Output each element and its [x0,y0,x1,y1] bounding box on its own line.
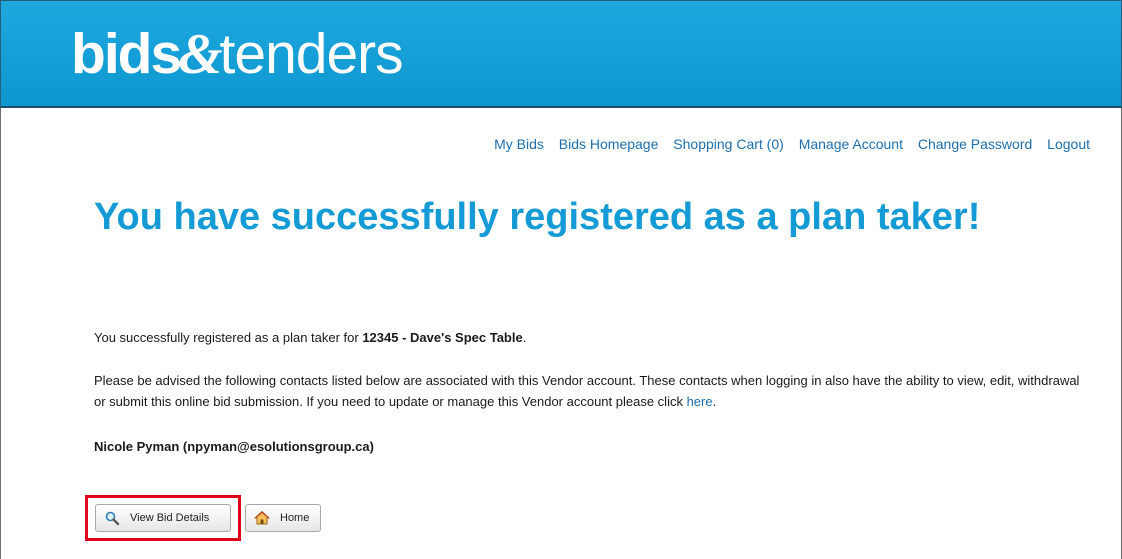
bid-name: 12345 - Dave's Spec Table [362,330,523,345]
top-nav: My Bids Bids Homepage Shopping Cart (0) … [483,136,1090,152]
nav-logout[interactable]: Logout [1047,136,1090,152]
contact-name: Nicole Pyman (npyman@esolutionsgroup.ca) [94,439,374,454]
home-icon [254,510,270,526]
nav-change-password[interactable]: Change Password [918,136,1032,152]
vendor-contacts-notice: Please be advised the following contacts… [94,373,1080,409]
nav-shopping-cart[interactable]: Shopping Cart (0) [673,136,784,152]
nav-bids-homepage[interactable]: Bids Homepage [559,136,659,152]
page-title: You have successfully registered as a pl… [94,196,981,238]
nav-my-bids[interactable]: My Bids [494,136,544,152]
nav-manage-account[interactable]: Manage Account [799,136,903,152]
magnifier-icon [104,510,120,526]
manage-vendor-account-link[interactable]: here [687,394,713,409]
bids-and-tenders-logo[interactable]: bids&tenders [71,19,404,90]
site-header: bids&tenders [0,0,1122,108]
view-bid-details-button[interactable]: View Bid Details [95,504,231,532]
home-button[interactable]: Home [245,504,321,532]
registration-confirmation: You successfully registered as a plan ta… [94,330,527,345]
